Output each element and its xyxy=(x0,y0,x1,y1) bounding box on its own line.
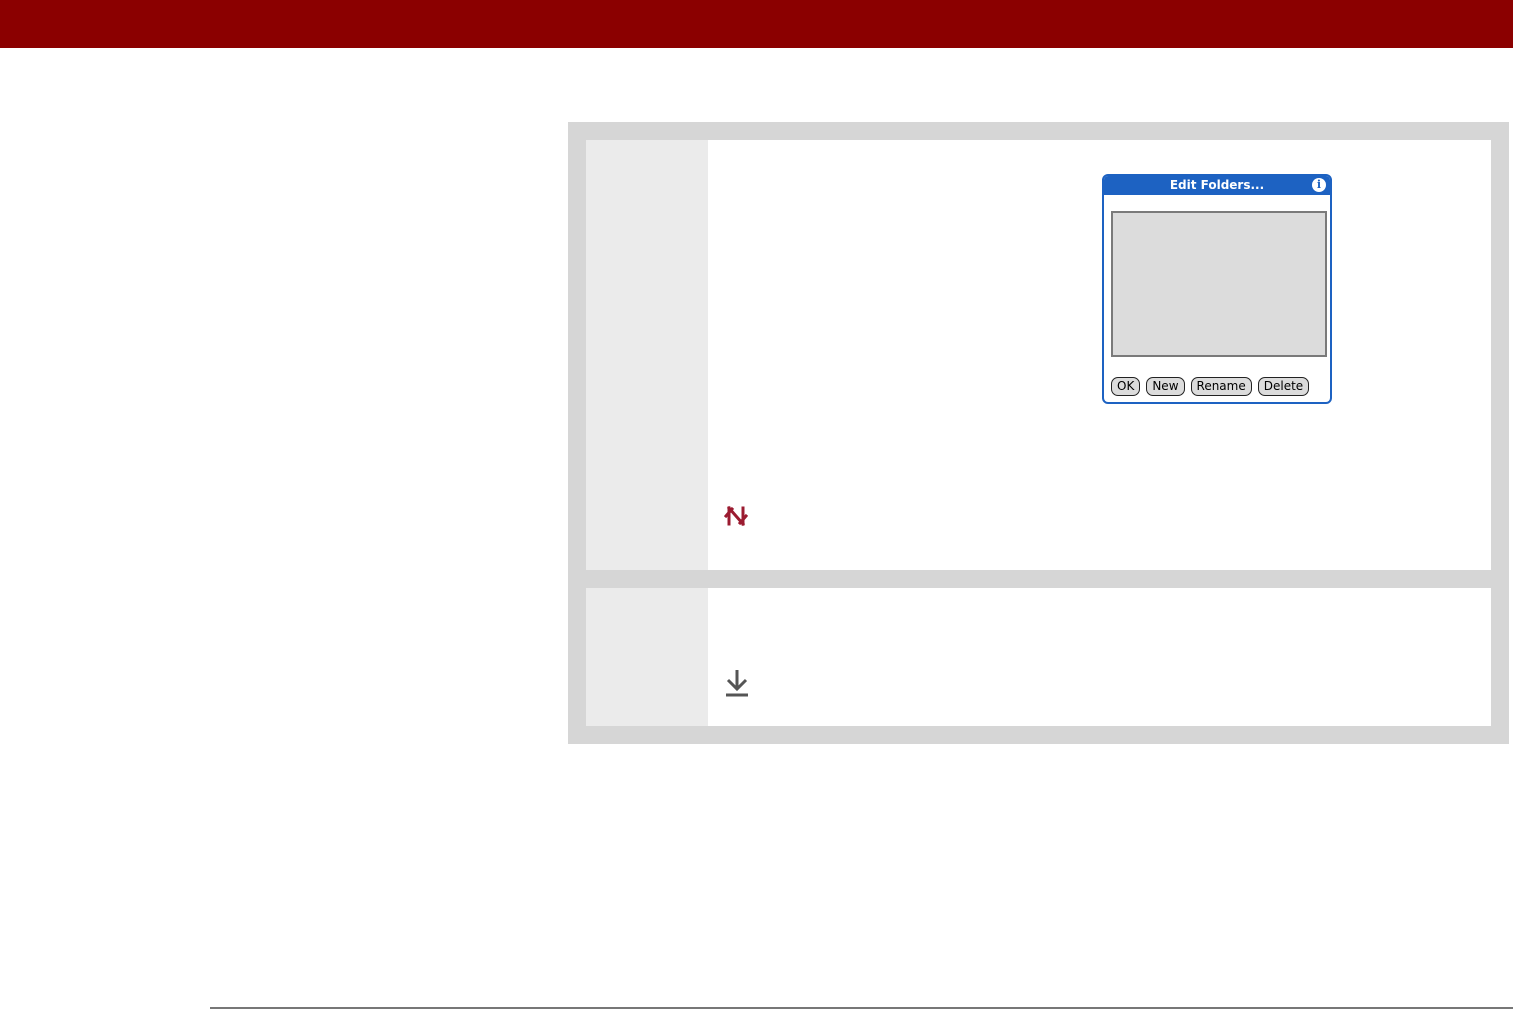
new-button[interactable]: New xyxy=(1146,377,1185,396)
dialog-button-row: OK New Rename Delete xyxy=(1111,377,1310,396)
steps-panel: Edit Folders... i OK New Rename Delete xyxy=(568,122,1509,744)
ok-button[interactable]: OK xyxy=(1111,377,1141,396)
download-icon xyxy=(726,670,748,697)
info-icon[interactable]: i xyxy=(1312,178,1326,192)
rename-button[interactable]: Rename xyxy=(1190,377,1252,396)
step-number-column xyxy=(586,140,708,570)
step-number-column xyxy=(586,588,708,726)
header-bar xyxy=(0,0,1513,48)
dialog-titlebar: Edit Folders... i xyxy=(1104,176,1330,195)
dialog-title: Edit Folders... xyxy=(1169,178,1265,192)
folder-list[interactable] xyxy=(1111,211,1327,357)
delete-button[interactable]: Delete xyxy=(1257,377,1310,396)
step-body: Edit Folders... i OK New Rename Delete xyxy=(708,140,1491,570)
footer-rule xyxy=(210,1007,1513,1009)
tip-icon-shape xyxy=(724,505,748,527)
download-arrow xyxy=(726,670,748,697)
step-body xyxy=(708,588,1491,726)
edit-folders-dialog: Edit Folders... i OK New Rename Delete xyxy=(1102,174,1332,404)
tip-icon xyxy=(724,505,748,527)
step-2 xyxy=(586,588,1491,726)
step-1: Edit Folders... i OK New Rename Delete xyxy=(586,140,1491,570)
